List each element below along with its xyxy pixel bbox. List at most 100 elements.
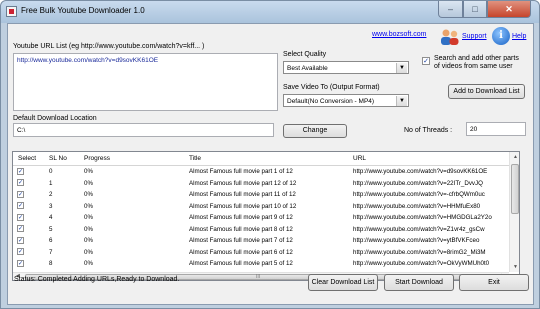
threads-value: 20: [470, 126, 478, 133]
row-title: Almost Famous full movie part 12 of 12: [189, 179, 297, 187]
row-title: Almost Famous full movie part 6 of 12: [189, 248, 293, 256]
download-location-input[interactable]: C:\: [13, 123, 274, 137]
table-row[interactable]: ✓ 4 0% Almost Famous full movie part 9 of 1…: [13, 213, 509, 222]
table-row[interactable]: ✓ 3 0% Almost Famous full movie part 10 of …: [13, 202, 509, 211]
url-list-value: http://www.youtube.com/watch?v=d9sovKK61…: [17, 57, 159, 64]
row-progress: 0%: [84, 214, 93, 221]
bozsoft-link[interactable]: www.bozsoft.com: [372, 31, 426, 38]
row-select-checkbox[interactable]: ✓: [17, 167, 24, 175]
change-button[interactable]: Change: [283, 124, 347, 138]
row-sl-no: 7: [49, 248, 53, 256]
column-progress[interactable]: Progress: [84, 155, 110, 162]
table-row[interactable]: ✓ 0 0% Almost Famous full movie part 1 of 1…: [13, 167, 509, 176]
scroll-grip-icon: III: [256, 274, 261, 280]
exit-button[interactable]: Exit: [459, 274, 529, 291]
threads-input[interactable]: 20: [466, 122, 526, 136]
row-select-checkbox[interactable]: ✓: [17, 259, 24, 267]
row-url: http://www.youtube.com/watch?v=ytBfVKFce…: [353, 237, 480, 244]
support-link[interactable]: Support: [462, 33, 487, 40]
download-location-label: Default Download Location: [13, 115, 97, 122]
scroll-up-icon[interactable]: ▲: [510, 152, 519, 162]
row-progress: 0%: [84, 168, 93, 175]
row-title: Almost Famous full movie part 7 of 12: [189, 237, 293, 244]
info-icon[interactable]: i: [492, 27, 510, 45]
vertical-scrollbar[interactable]: ▲ ▼: [509, 152, 519, 272]
row-sl-no: 1: [49, 179, 53, 187]
format-label: Save Video To (Output Format): [283, 84, 380, 91]
row-progress: 0%: [84, 179, 93, 187]
table-row[interactable]: ✓ 5 0% Almost Famous full movie part 8 of 1…: [13, 225, 509, 234]
status-text: Status: Completed Adding URLs,Ready to D…: [14, 276, 180, 283]
row-select-checkbox[interactable]: ✓: [17, 236, 24, 244]
row-title: Almost Famous full movie part 9 of 12: [189, 214, 293, 221]
vertical-scroll-thumb[interactable]: [511, 164, 519, 214]
row-title: Almost Famous full movie part 8 of 12: [189, 225, 293, 233]
download-table[interactable]: Select SL No Progress Title URL ✓ 0 0% Almo…: [12, 151, 520, 281]
url-list-textarea[interactable]: http://www.youtube.com/watch?v=d9sovKK61…: [13, 53, 278, 111]
row-select-checkbox[interactable]: ✓: [17, 248, 24, 255]
chevron-down-icon: ▼: [396, 63, 407, 73]
table-header: Select SL No Progress Title URL: [13, 152, 509, 166]
search-parts-label-2: of videos from same user: [434, 63, 513, 70]
search-parts-label-1: Search and add other parts: [434, 55, 519, 62]
title-bar[interactable]: Free Bulk Youtube Downloader 1.0 – □ ✕: [1, 1, 539, 23]
row-sl-no: 4: [49, 214, 53, 221]
row-select-checkbox[interactable]: ✓: [17, 225, 24, 232]
row-sl-no: 2: [49, 191, 53, 198]
support-people-icon[interactable]: [439, 28, 461, 46]
row-select-checkbox[interactable]: ✓: [17, 190, 24, 198]
row-url: http://www.youtube.com/watch?v=Z1vr4z_gs…: [353, 225, 485, 233]
row-sl-no: 3: [49, 202, 53, 210]
table-row[interactable]: ✓ 1 0% Almost Famous full movie part 12 of …: [13, 179, 509, 188]
row-url: http://www.youtube.com/watch?v=-cfrbQWm0…: [353, 191, 485, 198]
chevron-down-icon: ▼: [396, 96, 407, 106]
table-row[interactable]: ✓ 2 0% Almost Famous full movie part 11 of …: [13, 190, 509, 199]
format-selected: Default(No Conversion - MP4): [287, 98, 375, 105]
maximize-button[interactable]: □: [463, 1, 487, 18]
format-select[interactable]: Default(No Conversion - MP4) ▼: [283, 94, 409, 107]
row-progress: 0%: [84, 237, 93, 244]
column-select[interactable]: Select: [18, 155, 36, 162]
row-sl-no: 0: [49, 168, 53, 175]
row-progress: 0%: [84, 248, 93, 256]
quality-selected: Best Available: [287, 65, 328, 72]
row-progress: 0%: [84, 225, 93, 233]
search-parts-checkbox[interactable]: ✓: [422, 57, 430, 65]
row-title: Almost Famous full movie part 11 of 12: [189, 191, 296, 198]
help-link[interactable]: Help: [512, 33, 526, 40]
add-to-download-list-button[interactable]: Add to Download List: [448, 84, 525, 99]
quality-select[interactable]: Best Available ▼: [283, 61, 409, 74]
row-sl-no: 8: [49, 260, 53, 267]
row-title: Almost Famous full movie part 10 of 12: [189, 202, 297, 210]
app-icon: [6, 6, 17, 17]
row-select-checkbox[interactable]: ✓: [17, 213, 24, 221]
start-download-button[interactable]: Start Download: [384, 274, 454, 291]
scroll-down-icon[interactable]: ▼: [510, 262, 519, 272]
row-select-checkbox[interactable]: ✓: [17, 179, 24, 186]
row-sl-no: 6: [49, 237, 53, 244]
close-button[interactable]: ✕: [487, 1, 531, 18]
threads-label: No of Threads :: [404, 127, 453, 134]
app-window: Free Bulk Youtube Downloader 1.0 – □ ✕ w…: [0, 0, 540, 309]
row-title: Almost Famous full movie part 1 of 12: [189, 168, 293, 175]
row-progress: 0%: [84, 202, 93, 210]
table-row[interactable]: ✓ 7 0% Almost Famous full movie part 6 of 1…: [13, 248, 509, 257]
row-url: http://www.youtube.com/watch?v=HMGDGLa2Y…: [353, 214, 492, 221]
row-url: http://www.youtube.com/watch?v=8rimG2_Mi…: [353, 248, 486, 256]
clear-download-list-button[interactable]: Clear Download List: [308, 274, 378, 291]
minimize-button[interactable]: –: [438, 1, 463, 18]
quality-label: Select Quality: [283, 51, 327, 58]
row-url: http://www.youtube.com/watch?v=d9sovKK61…: [353, 168, 488, 175]
row-progress: 0%: [84, 260, 93, 267]
download-location-value: C:\: [17, 127, 26, 134]
window-title: Free Bulk Youtube Downloader 1.0: [21, 6, 145, 15]
column-url[interactable]: URL: [353, 155, 366, 162]
main-panel: www.bozsoft.com Support i Help Youtube U…: [7, 23, 534, 305]
row-select-checkbox[interactable]: ✓: [17, 202, 24, 209]
column-sl-no[interactable]: SL No: [49, 155, 67, 162]
row-url: http://www.youtube.com/watch?v=OkVyWMUh0…: [353, 260, 490, 267]
row-title: Almost Famous full movie part 5 of 12: [189, 260, 293, 267]
table-row[interactable]: ✓ 6 0% Almost Famous full movie part 7 of 1…: [13, 236, 509, 245]
column-title[interactable]: Title: [189, 155, 201, 162]
table-row[interactable]: ✓ 8 0% Almost Famous full movie part 5 of 1…: [13, 259, 509, 268]
